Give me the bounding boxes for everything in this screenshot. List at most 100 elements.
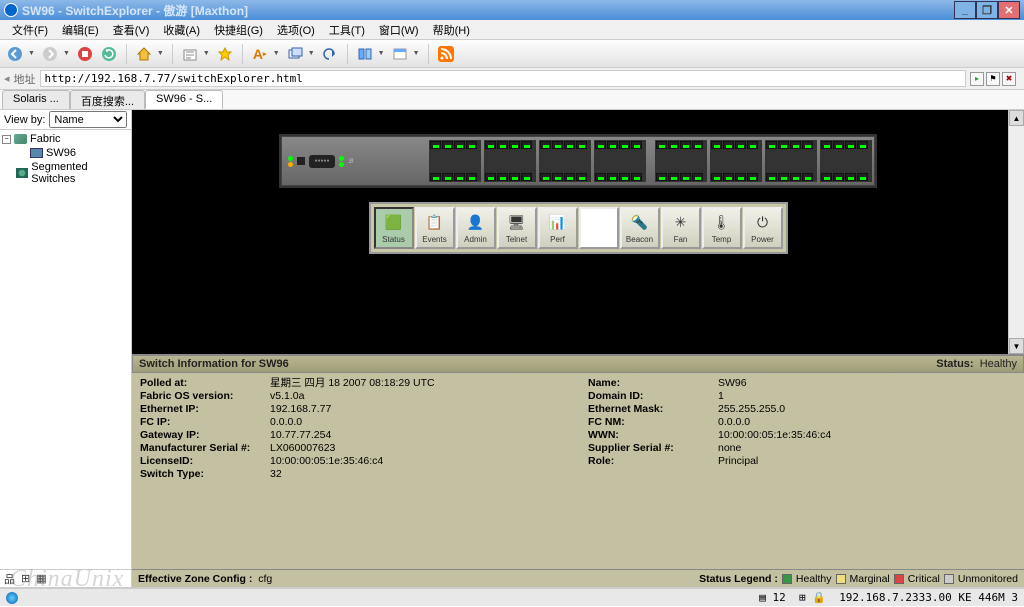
fc-port[interactable] [711, 141, 722, 149]
tree-fabric[interactable]: −Fabric [2, 132, 129, 146]
switch-chassis[interactable]: ●●●●● ℬ [281, 136, 875, 186]
fc-port[interactable] [692, 141, 703, 149]
fc-port[interactable] [540, 173, 551, 181]
power-button[interactable]: ⏻Power [743, 207, 783, 249]
temp-button[interactable]: 🌡Temp [702, 207, 742, 249]
fc-port[interactable] [735, 173, 746, 181]
port-group[interactable] [539, 140, 591, 182]
fc-port[interactable] [442, 141, 453, 149]
back-button[interactable] [6, 45, 24, 63]
fc-port[interactable] [711, 173, 722, 181]
fc-port[interactable] [747, 173, 758, 181]
address-input[interactable] [40, 70, 966, 87]
fc-port[interactable] [790, 173, 801, 181]
fc-port[interactable] [857, 141, 868, 149]
port-group[interactable] [484, 140, 536, 182]
fc-port[interactable] [454, 173, 465, 181]
collapse-icon[interactable]: − [2, 135, 11, 144]
fc-port[interactable] [833, 141, 844, 149]
scroll-up-icon[interactable]: ▲ [1009, 110, 1024, 126]
status-button[interactable]: 🟩Status [374, 207, 414, 249]
telnet-button[interactable]: 🖥Telnet [497, 207, 537, 249]
fc-port[interactable] [766, 141, 777, 149]
tab-baidu[interactable]: 百度搜索... [70, 90, 145, 109]
menu-tool[interactable]: 工具(T) [323, 20, 371, 40]
fc-port[interactable] [723, 173, 734, 181]
fc-port[interactable] [607, 141, 618, 149]
fc-port[interactable] [619, 173, 630, 181]
fc-port[interactable] [497, 141, 508, 149]
fc-port[interactable] [454, 141, 465, 149]
fc-port[interactable] [668, 173, 679, 181]
history-button[interactable] [181, 45, 199, 63]
tab-solaris[interactable]: Solaris ... [2, 90, 70, 109]
favorites-button[interactable] [216, 45, 234, 63]
fc-port[interactable] [595, 141, 606, 149]
fc-port[interactable] [833, 173, 844, 181]
fc-port[interactable] [619, 141, 630, 149]
fc-port[interactable] [442, 173, 453, 181]
admin-button[interactable]: 👤Admin [456, 207, 496, 249]
fan-button[interactable]: ✳Fan [661, 207, 701, 249]
fc-port[interactable] [680, 173, 691, 181]
refresh-button[interactable] [100, 45, 118, 63]
fc-port[interactable] [576, 173, 587, 181]
port-group[interactable] [655, 140, 707, 182]
fc-port[interactable] [735, 141, 746, 149]
fc-port[interactable] [656, 173, 667, 181]
port-group[interactable] [820, 140, 872, 182]
fc-port[interactable] [821, 173, 832, 181]
menu-quick[interactable]: 快捷组(G) [208, 20, 269, 40]
list-view-icon[interactable]: ⊞ [21, 572, 30, 585]
tree-segmented[interactable]: Segmented Switches [2, 160, 129, 186]
fc-port[interactable] [509, 173, 520, 181]
options-icon[interactable]: ⚑ [986, 72, 1000, 86]
fc-port[interactable] [656, 141, 667, 149]
fc-port[interactable] [845, 141, 856, 149]
minimize-button[interactable]: _ [954, 1, 976, 19]
fc-port[interactable] [521, 173, 532, 181]
fc-port[interactable] [668, 141, 679, 149]
events-button[interactable]: 📋Events [415, 207, 455, 249]
home-button[interactable] [135, 45, 153, 63]
port-group[interactable] [594, 140, 646, 182]
port-group[interactable] [429, 140, 481, 182]
beacon-button[interactable]: 🔦Beacon [620, 207, 660, 249]
fc-port[interactable] [576, 141, 587, 149]
fc-port[interactable] [497, 173, 508, 181]
fc-port[interactable] [485, 173, 496, 181]
fc-port[interactable] [430, 141, 441, 149]
menu-help[interactable]: 帮助(H) [427, 20, 476, 40]
fc-port[interactable] [552, 141, 563, 149]
forward-button[interactable] [41, 45, 59, 63]
fc-port[interactable] [845, 173, 856, 181]
block-icon[interactable]: ✖ [1002, 72, 1016, 86]
popup-button[interactable] [286, 45, 304, 63]
groups-button[interactable] [391, 45, 409, 63]
fc-port[interactable] [564, 141, 575, 149]
go-button[interactable]: ▸ [970, 72, 984, 86]
fc-port[interactable] [631, 173, 642, 181]
fc-port[interactable] [778, 141, 789, 149]
menu-edit[interactable]: 编辑(E) [56, 20, 105, 40]
fc-port[interactable] [521, 141, 532, 149]
perf-button[interactable]: 📊Perf [538, 207, 578, 249]
fc-port[interactable] [552, 173, 563, 181]
stop-button[interactable] [76, 45, 94, 63]
port-group[interactable] [765, 140, 817, 182]
fc-port[interactable] [466, 141, 477, 149]
fc-port[interactable] [723, 141, 734, 149]
fc-port[interactable] [466, 173, 477, 181]
menu-window[interactable]: 窗口(W) [373, 20, 425, 40]
sidebar-toggle-button[interactable]: A▸ [251, 45, 269, 63]
maximize-button[interactable]: ❐ [976, 1, 998, 19]
fc-port[interactable] [790, 141, 801, 149]
fc-port[interactable] [485, 141, 496, 149]
fc-port[interactable] [821, 141, 832, 149]
fc-port[interactable] [766, 173, 777, 181]
fc-port[interactable] [595, 173, 606, 181]
menu-view[interactable]: 查看(V) [107, 20, 156, 40]
fc-port[interactable] [631, 141, 642, 149]
viewby-select[interactable]: Name [49, 111, 127, 128]
close-button[interactable]: ✕ [998, 1, 1020, 19]
